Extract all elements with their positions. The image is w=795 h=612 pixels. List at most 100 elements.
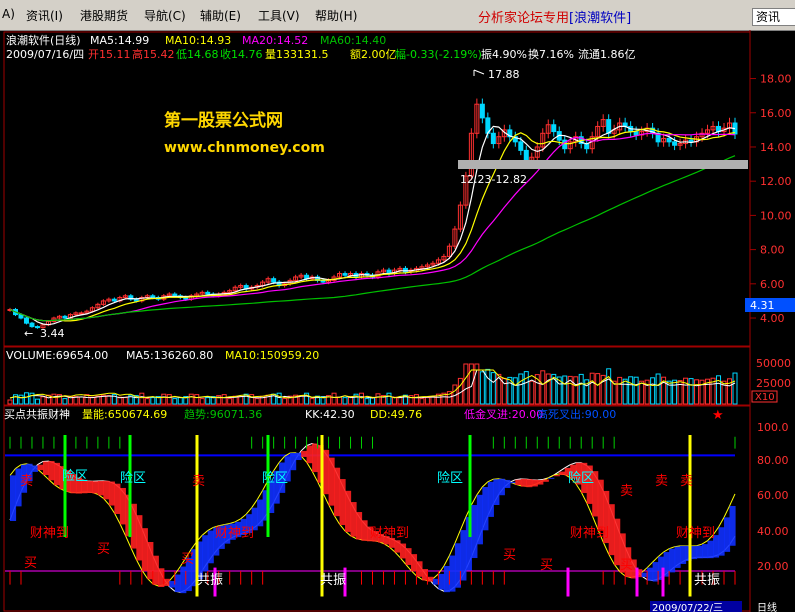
- zone-label: 险区: [120, 471, 146, 486]
- low-marker: ← 3.44: [24, 327, 65, 340]
- ribbon-segment: [53, 462, 61, 486]
- ribbon-segment: [339, 479, 346, 526]
- candle-body: [672, 141, 678, 146]
- menu-item-a[interactable]: A): [2, 7, 15, 21]
- ribbon-segment: [680, 545, 687, 564]
- volume-bar: [479, 371, 485, 405]
- volume-bar: [512, 377, 518, 405]
- ribbon-segment: [257, 499, 264, 527]
- price-tick: 18.00: [760, 73, 792, 86]
- ma60-value: MA60:14.40: [320, 34, 386, 47]
- volume-bar: [430, 396, 436, 405]
- ribbon-segment: [559, 471, 566, 475]
- volume-bar: [589, 372, 595, 405]
- menu-bar: A) 资讯(I) 港股期货 导航(C) 辅助(E) 工具(V) 帮助(H) 分析…: [0, 0, 795, 31]
- price-tick: 6.00: [760, 278, 785, 291]
- volume-bar: [732, 372, 738, 405]
- buy-label: 买: [97, 542, 110, 557]
- ribbon-segment: [290, 452, 297, 471]
- date-box-label: 2009/07/22/三: [652, 603, 723, 612]
- ribbon-segment: [163, 578, 170, 586]
- sell-label: 卖: [680, 474, 693, 489]
- volume-bar: [595, 373, 601, 405]
- mask-area: [250, 312, 515, 334]
- sell-label: 卖: [655, 474, 668, 489]
- low-value: 低14.68: [176, 48, 219, 61]
- price-axis: 4.00 6.00 8.00 10.00 12.00 14.00 16.00 18.00: [750, 73, 792, 325]
- ribbon-segment: [152, 555, 159, 585]
- float-value: 流通1.86亿: [578, 47, 636, 61]
- volume-bar: [672, 379, 678, 405]
- volume-bar: [386, 392, 392, 405]
- promo-label: 分析家论坛专用: [478, 11, 570, 26]
- watermark-title: 第一股票公式网: [164, 110, 283, 131]
- menu-item-hk-futures[interactable]: 港股期货: [80, 7, 128, 24]
- ribbon-segment: [306, 445, 313, 464]
- volume-bar: [331, 392, 337, 405]
- promo-brand: [浪潮软件]: [569, 11, 632, 26]
- buy-label: 买: [620, 558, 633, 573]
- volume-bar: [694, 379, 700, 405]
- candle-body: [688, 139, 694, 143]
- ma10-value: MA10:14.93: [165, 34, 231, 47]
- price-tick: 14.00: [760, 141, 792, 154]
- ribbon-segment: [356, 512, 363, 540]
- menu-item-tools[interactable]: 工具(V): [258, 7, 300, 24]
- ribbon-segment: [323, 449, 330, 495]
- price-tick: 8.00: [760, 244, 785, 257]
- ribbon-segment: [119, 487, 126, 525]
- amplitude-value: 振4.90%: [481, 47, 527, 61]
- ribbon-segment: [301, 450, 308, 457]
- indicator-high-cross: 高死叉出:90.00: [537, 407, 616, 421]
- volume-bar: [89, 396, 95, 405]
- volume-bar: [282, 398, 288, 405]
- ribbon-segment: [471, 505, 478, 559]
- volume-bars: [7, 363, 738, 405]
- volume-title: VOLUME:69654.00: [6, 349, 108, 362]
- ribbon-segment: [345, 490, 352, 532]
- ribbon-segment: [10, 475, 17, 521]
- volume-bar: [463, 363, 469, 405]
- volume-bar: [150, 397, 156, 405]
- price-tick: 12.00: [760, 175, 792, 188]
- volume-bar: [166, 394, 172, 405]
- volume-bar: [221, 394, 227, 405]
- price-tick: 16.00: [760, 107, 792, 120]
- ma5-value: MA5:14.99: [90, 34, 149, 47]
- buy-label: 买: [181, 552, 194, 567]
- volume-value: 量133131.5: [265, 48, 329, 61]
- ribbon-segment: [114, 483, 121, 514]
- menu-item-news[interactable]: 资讯(I): [26, 7, 63, 24]
- watermark-url: www.chnmoney.com: [164, 140, 325, 156]
- volume-bar: [62, 398, 68, 405]
- ribbon-segment: [597, 479, 604, 530]
- volume-ma5: MA5:136260.80: [126, 349, 213, 362]
- volume-bar: [375, 393, 381, 405]
- ribbon-segment: [526, 479, 533, 488]
- menu-item-nav[interactable]: 导航(C): [144, 7, 186, 24]
- menu-item-help[interactable]: 帮助(H): [315, 7, 357, 24]
- volume-bar: [78, 396, 84, 405]
- candle-body: [342, 273, 348, 276]
- volume-bar: [628, 376, 634, 405]
- volume-bar: [364, 398, 370, 405]
- volume-bar: [106, 395, 112, 405]
- price-tick: 10.00: [760, 209, 792, 222]
- menu-item-assist[interactable]: 辅助(E): [200, 7, 241, 24]
- indicator-title: 买点共振财神: [4, 407, 70, 421]
- volume-bar: [413, 394, 419, 405]
- wealth-label: 财神到: [215, 526, 254, 541]
- ribbon-segment: [48, 461, 55, 481]
- ribbon-segment: [416, 561, 423, 577]
- ribbon-segment: [399, 543, 407, 559]
- ribbon-segment: [334, 467, 341, 517]
- ribbon-segment: [537, 480, 544, 485]
- high-value: 高15.42: [132, 47, 175, 61]
- ribbon-segment: [449, 555, 456, 592]
- ribbon-segment: [482, 487, 489, 531]
- info-dropdown[interactable]: 资讯: [752, 8, 795, 26]
- price-tick: 4.00: [760, 312, 785, 325]
- high-label: 17.88: [488, 68, 520, 81]
- ribbon-segment: [696, 545, 703, 559]
- volume-bar: [370, 397, 375, 405]
